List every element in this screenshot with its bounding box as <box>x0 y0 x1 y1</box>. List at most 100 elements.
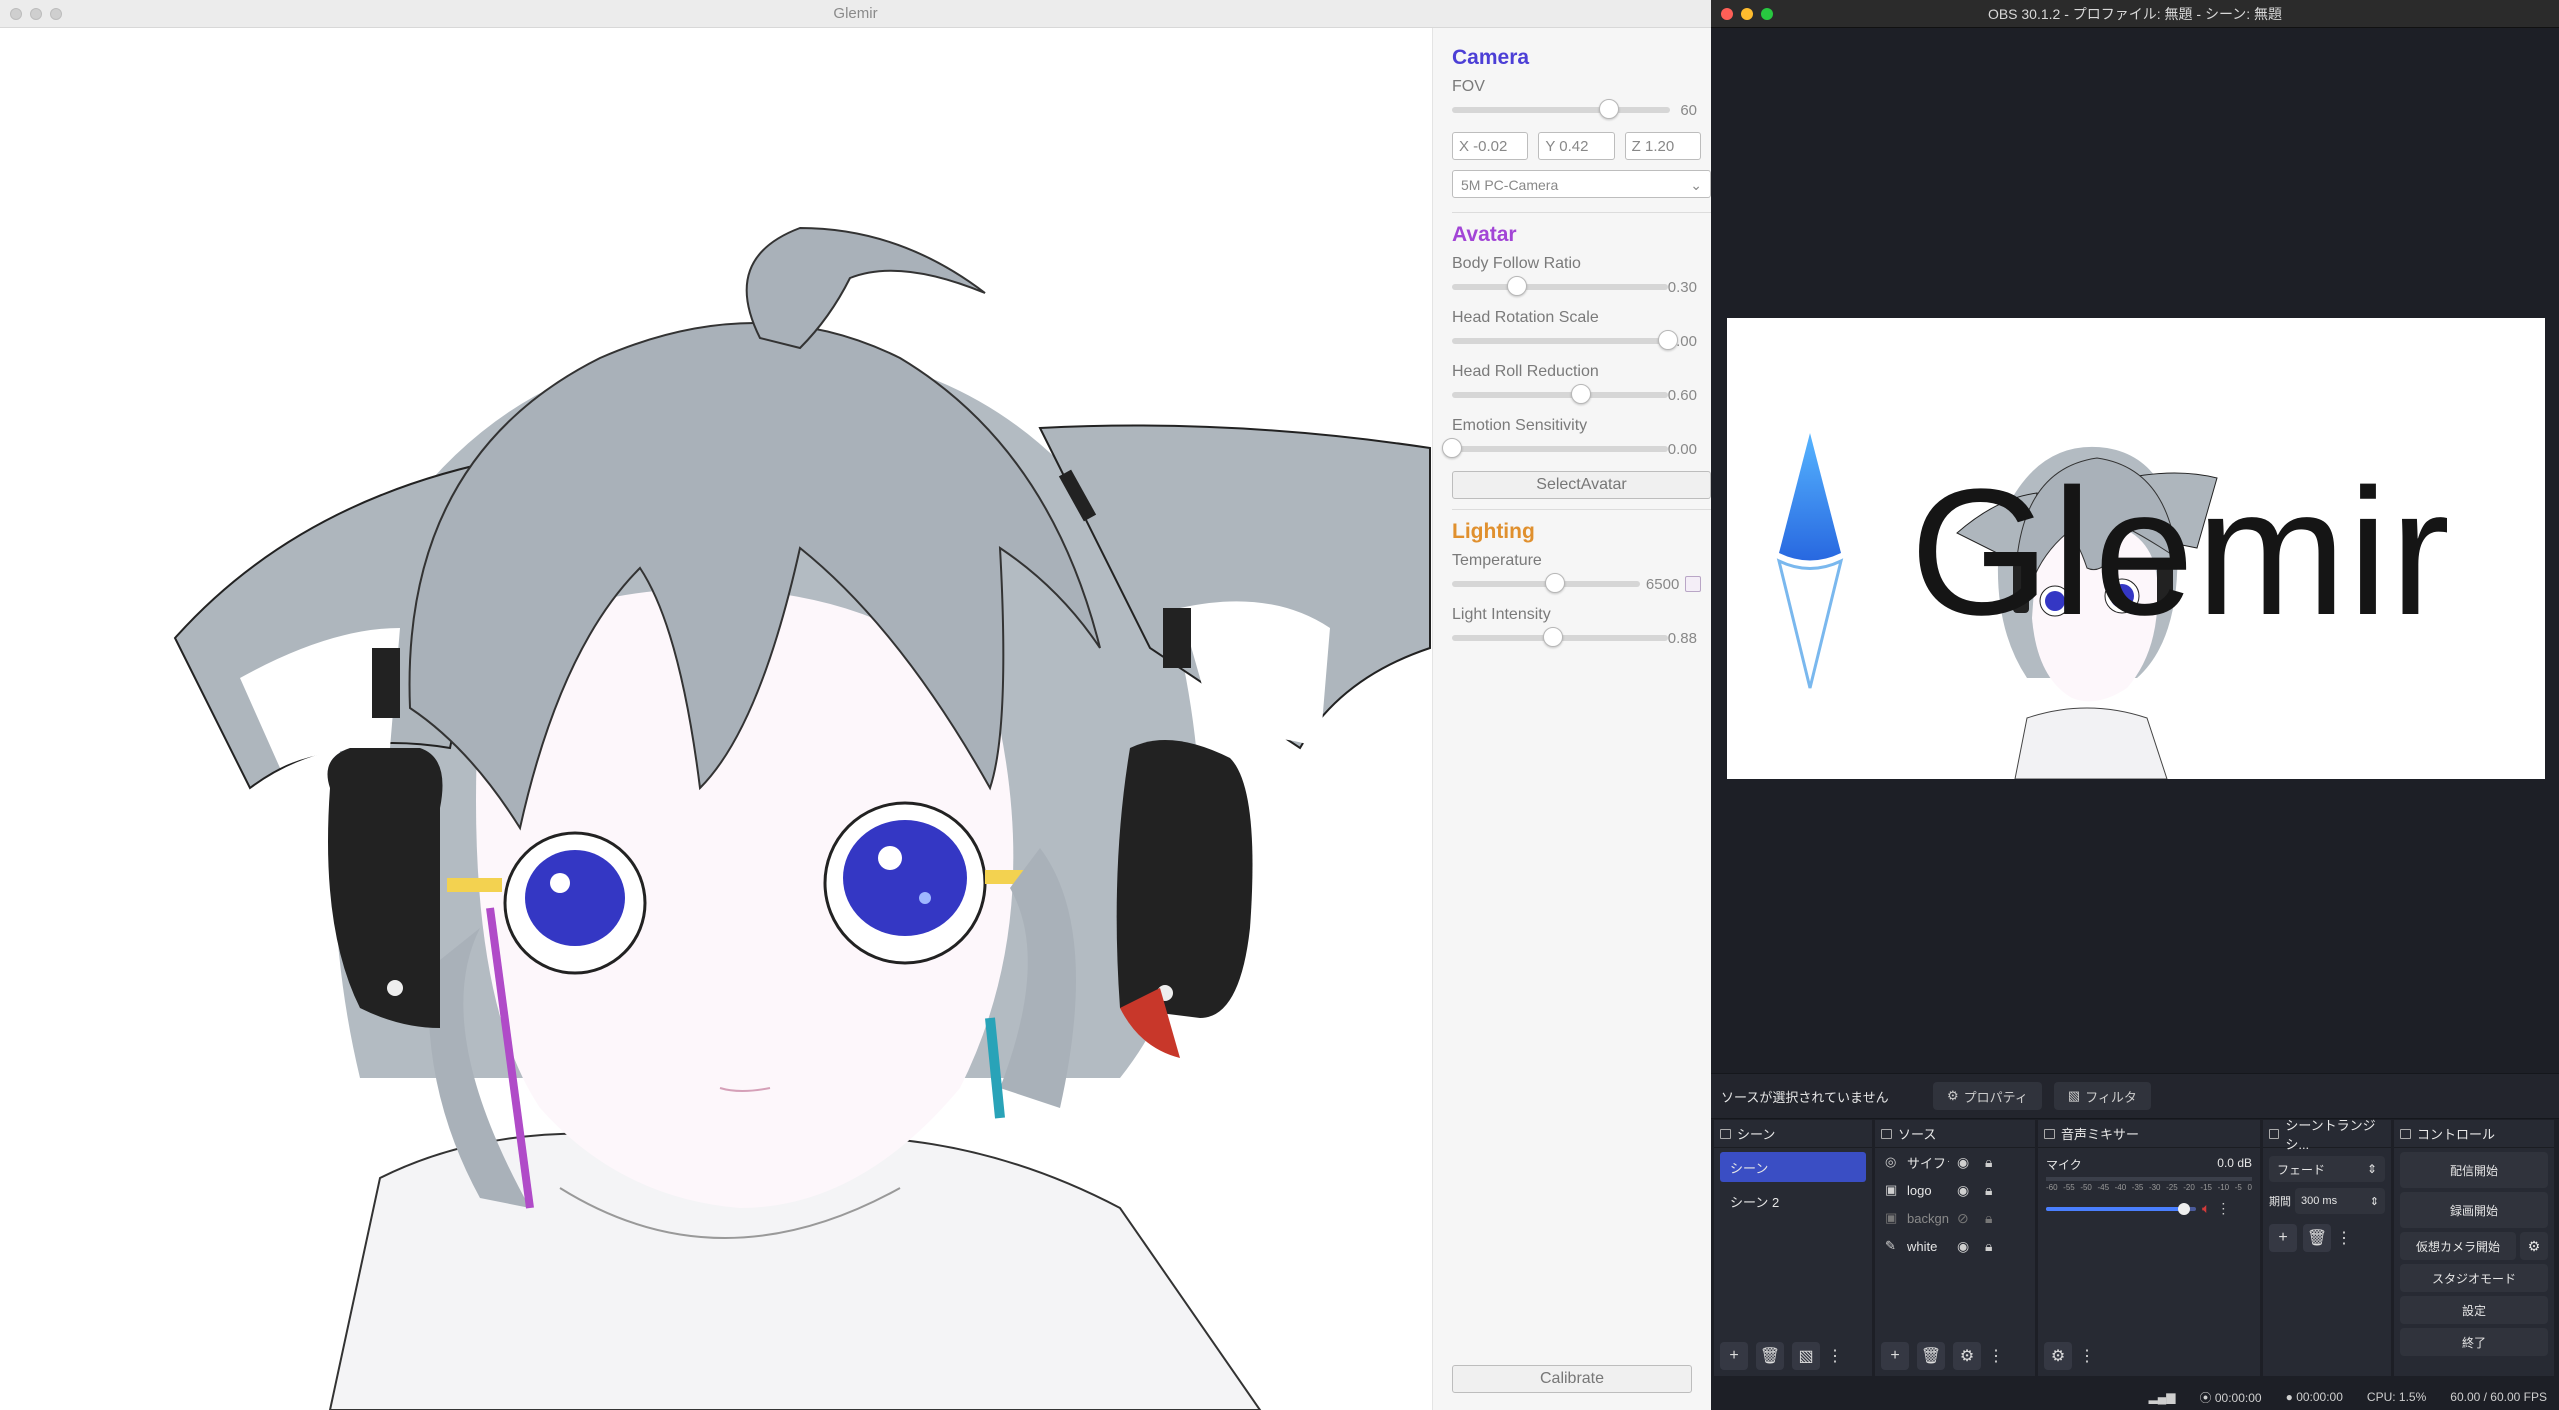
more-icon[interactable]: ⋮ <box>2216 1200 2230 1217</box>
zoom-icon[interactable] <box>50 8 62 20</box>
more-icon[interactable]: ⋮ <box>2079 1342 2095 1370</box>
context-bar: ソースが選択されていません ⚙ プロパティ ▧ フィルタ <box>1711 1073 2559 1119</box>
duration-field[interactable]: 300 ms ⇕ <box>2295 1188 2385 1214</box>
eye-icon[interactable]: ◉ <box>1957 1182 1977 1199</box>
obs-preview[interactable]: Glemir <box>1727 318 2545 779</box>
lock-icon[interactable]: 🔒︎ <box>1985 1210 2005 1227</box>
fov-slider[interactable] <box>1452 99 1670 119</box>
gear-icon[interactable]: ⚙ <box>1953 1342 1981 1370</box>
controls-title: コントロール <box>2417 1127 2496 1142</box>
more-icon[interactable]: ⋮ <box>1988 1342 2004 1370</box>
avatar-viewport[interactable] <box>0 28 1432 1410</box>
intensity-handle[interactable] <box>1543 627 1564 647</box>
intensity-slider[interactable] <box>1452 627 1668 647</box>
temperature-slider[interactable] <box>1452 573 1640 593</box>
camera-device-select[interactable]: 5M PC-Camera ⌄ <box>1452 170 1711 198</box>
obs-titlebar: OBS 30.1.2 - プロファイル: 無題 - シーン: 無題 <box>1711 0 2559 28</box>
close-icon[interactable] <box>10 8 22 20</box>
temperature-handle[interactable] <box>1545 573 1566 593</box>
transitions-title: シーントランジシ... <box>2285 1117 2376 1152</box>
duration-value: 300 ms <box>2301 1195 2338 1207</box>
settings-button[interactable]: 設定 <box>2400 1296 2548 1324</box>
transition-select[interactable]: フェード ⇕ <box>2269 1156 2385 1182</box>
more-icon[interactable]: ⋮ <box>2336 1224 2352 1252</box>
scene-item[interactable]: シーン <box>1720 1152 1866 1182</box>
trash-icon[interactable]: 🗑 <box>2303 1224 2331 1252</box>
obs-window: OBS 30.1.2 - プロファイル: 無題 - シーン: 無題 Glemir… <box>1711 0 2559 1410</box>
volume-slider[interactable] <box>2046 1202 2196 1215</box>
filter-icon[interactable]: ▧ <box>1792 1342 1820 1370</box>
scene-item[interactable]: シーン 2 <box>1720 1186 1866 1216</box>
gear-icon[interactable]: ⚙ <box>2520 1232 2548 1260</box>
window-title: OBS 30.1.2 - プロファイル: 無題 - シーン: 無題 <box>1987 5 2283 22</box>
chevron-down-icon: ⌄ <box>1690 177 1702 193</box>
source-item[interactable]: ▣ backgn ⊘ 🔒︎ <box>1875 1204 2035 1232</box>
head-rotation-slider[interactable] <box>1452 330 1678 350</box>
studio-mode-button[interactable]: スタジオモード <box>2400 1264 2548 1292</box>
temperature-row: 6500 <box>1452 572 1701 596</box>
eye-icon[interactable]: ◉ <box>1957 1238 1977 1255</box>
calibrate-button[interactable]: Calibrate <box>1452 1365 1692 1393</box>
mixer-dock: 音声ミキサー マイク 0.0 dB -60 -55 -50 -45 -40 -35 -30-… <box>2038 1120 2260 1376</box>
trash-icon[interactable]: 🗑 <box>1917 1342 1945 1370</box>
camera-z-field[interactable]: Z 1.20 <box>1624 132 1701 160</box>
close-icon[interactable] <box>1721 8 1733 20</box>
speaker-muted-icon[interactable]: 🔈︎ <box>2202 1200 2210 1217</box>
start-streaming-button[interactable]: 配信開始 <box>2400 1152 2548 1188</box>
advanced-audio-icon[interactable]: ⚙ <box>2044 1342 2072 1370</box>
trash-icon[interactable]: 🗑 <box>1756 1342 1784 1370</box>
camera-x-field[interactable]: X -0.02 <box>1452 132 1529 160</box>
head-roll-handle[interactable] <box>1571 384 1592 404</box>
source-item[interactable]: ✎ white ◉ 🔒︎ <box>1875 1232 2035 1260</box>
volume-handle[interactable] <box>2178 1202 2190 1215</box>
camera-y-field[interactable]: Y 0.42 <box>1538 132 1615 160</box>
image-icon: ▣ <box>1885 1182 1898 1197</box>
filters-button[interactable]: ▧ フィルタ <box>2053 1082 2151 1110</box>
lock-icon[interactable]: 🔒︎ <box>1985 1182 2005 1199</box>
sources-toolbar: + 🗑 ⚙ ⋮ <box>1881 1342 2004 1370</box>
add-source-icon[interactable]: + <box>1881 1342 1909 1370</box>
transition-value: フェード <box>2277 1162 2326 1177</box>
body-follow-slider[interactable] <box>1452 276 1668 296</box>
glemir-window: Glemir Camera FOV 60 X -0.02 Y 0.42 Z 1.… <box>0 0 1711 1410</box>
lock-icon[interactable]: 🔒︎ <box>1985 1238 2005 1255</box>
eye-hidden-icon[interactable]: ⊘ <box>1957 1210 1977 1227</box>
minimize-icon[interactable] <box>30 8 42 20</box>
body-follow-label: Body Follow Ratio <box>1452 255 1581 272</box>
emotion-slider[interactable] <box>1442 438 1668 458</box>
zoom-icon[interactable] <box>1761 8 1773 20</box>
sources-header: ソース <box>1875 1120 2035 1148</box>
mask-icon: ◎ <box>1885 1154 1897 1169</box>
lock-icon[interactable]: 🔒︎ <box>1985 1154 2005 1171</box>
source-item[interactable]: ▣ logo ◉ 🔒︎ <box>1875 1176 2035 1204</box>
filter-icon: ▧ <box>2067 1088 2081 1103</box>
body-follow-handle[interactable] <box>1506 276 1527 296</box>
fov-slider-handle[interactable] <box>1598 99 1619 119</box>
select-avatar-button[interactable]: SelectAvatar <box>1452 471 1711 499</box>
more-icon[interactable]: ⋮ <box>1827 1342 1843 1370</box>
head-roll-slider[interactable] <box>1452 384 1668 404</box>
meter-tick: -15 <box>2200 1183 2212 1192</box>
start-recording-button[interactable]: 録画開始 <box>2400 1192 2548 1228</box>
properties-button[interactable]: ⚙ プロパティ <box>1933 1082 2042 1110</box>
source-item[interactable]: ◎ サイファ ◉ 🔒︎ <box>1875 1148 2035 1176</box>
eye-icon[interactable]: ◉ <box>1957 1154 1977 1171</box>
duration-label: 期間 <box>2269 1196 2291 1208</box>
filters-label: フィルタ <box>2085 1089 2137 1105</box>
window-title: Glemir <box>833 5 878 22</box>
exit-button[interactable]: 終了 <box>2400 1328 2548 1356</box>
dock-icon <box>2400 1128 2411 1139</box>
add-scene-icon[interactable]: + <box>1720 1342 1748 1370</box>
head-rotation-handle[interactable] <box>1657 330 1678 350</box>
dock-icon <box>2269 1128 2280 1139</box>
color-swatch[interactable] <box>1685 576 1701 592</box>
window-controls <box>1721 8 1773 20</box>
intensity-label: Light Intensity <box>1452 606 1551 623</box>
scenes-dock: シーン シーン シーン 2 + 🗑 ▧ ⋮ <box>1714 1120 1872 1376</box>
meter-tick: -55 <box>2063 1183 2075 1192</box>
add-transition-icon[interactable]: + <box>2269 1224 2297 1252</box>
emotion-handle[interactable] <box>1442 438 1462 458</box>
virtual-camera-button[interactable]: 仮想カメラ開始 <box>2400 1232 2516 1260</box>
minimize-icon[interactable] <box>1741 8 1753 20</box>
body-follow-value: 0.30 <box>1667 278 1697 296</box>
